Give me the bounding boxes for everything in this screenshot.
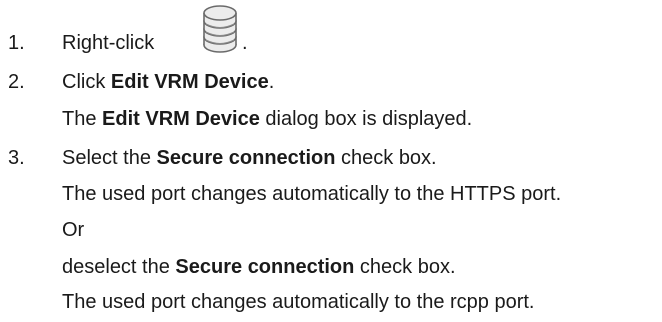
document-page: { "steps": [ { "number": "1.", "text_bef…: [0, 0, 662, 322]
ui-term-edit-vrm-device: Edit VRM Device: [102, 108, 260, 130]
step-1-number: 1.: [8, 32, 25, 54]
step-3-line-3: Or: [62, 219, 85, 241]
step-1-period: .: [242, 32, 248, 54]
step-3-line-5: The used port changes automatically to t…: [62, 291, 535, 313]
step-2-number: 2.: [8, 71, 25, 93]
ui-term-secure-connection: Secure connection: [156, 147, 336, 169]
text-run: dialog box is displayed.: [259, 108, 473, 130]
vrm-device-stack-icon: [203, 5, 237, 53]
step-3-line-4: deselect the Secure connection check box…: [62, 255, 456, 279]
step-3-number: 3.: [8, 147, 25, 169]
ui-term-edit-vrm-device: Edit VRM Device: [110, 71, 269, 93]
text-run: deselect the: [62, 256, 176, 278]
text-run: .: [268, 71, 275, 93]
step-3-line-1: Select the Secure connection check box.: [62, 146, 437, 170]
step-3-line-2: The used port changes automatically to t…: [62, 183, 562, 205]
text-run: Click: [62, 71, 111, 93]
step-2-line-2: The Edit VRM Device dialog box is displa…: [62, 107, 472, 131]
text-run: The: [62, 108, 103, 130]
text-run: check box.: [354, 256, 456, 278]
ui-term-secure-connection: Secure connection: [175, 256, 355, 278]
text-run: check box.: [335, 147, 437, 169]
step-2-line-1: Click Edit VRM Device.: [62, 70, 274, 94]
text-run: Select the: [62, 147, 157, 169]
step-1-text: Right-click: [62, 32, 155, 54]
